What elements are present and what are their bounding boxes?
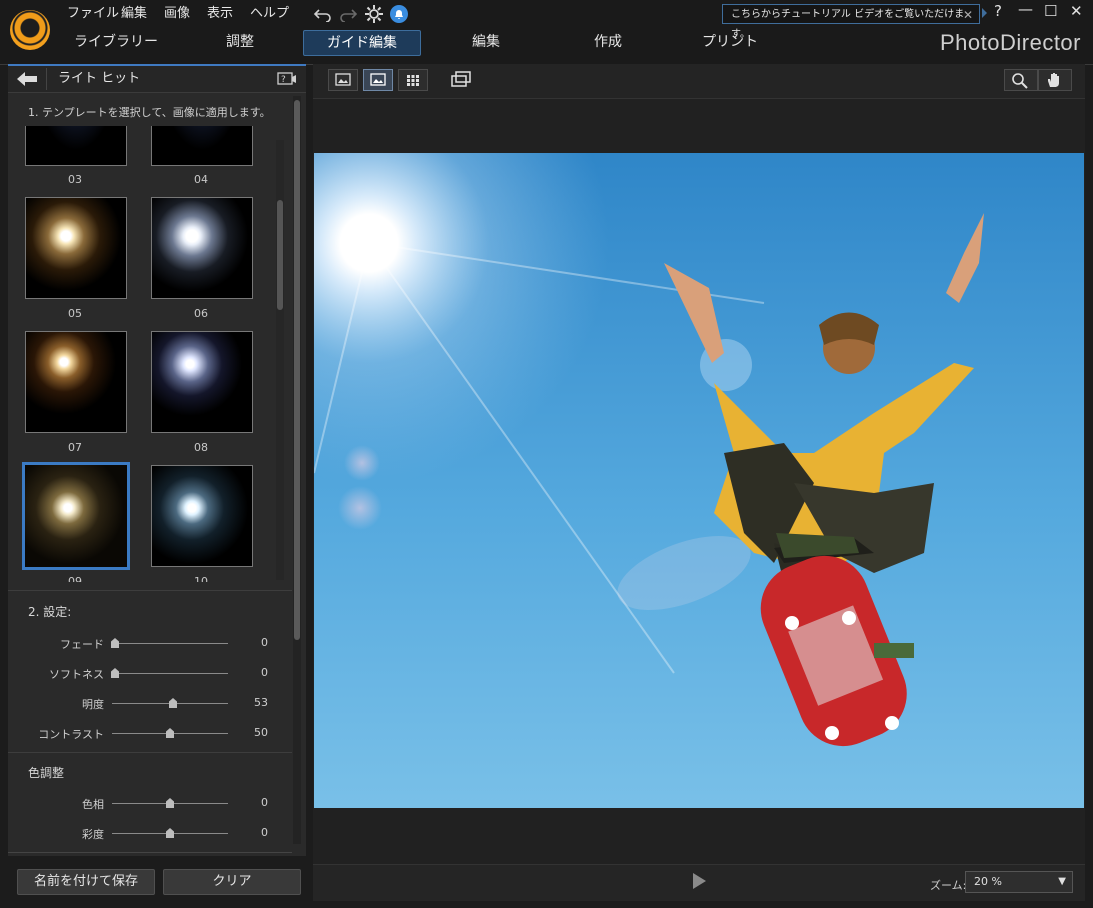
panel-scrollbar-thumb[interactable] [294,100,300,640]
close-icon[interactable]: ✕ [963,5,973,25]
maximize-button[interactable]: ☐ [1044,2,1057,20]
hand-icon [1048,73,1059,87]
undo-icon[interactable] [313,6,333,22]
template-label: 06 [194,307,208,320]
template-06-thumbnail[interactable] [151,197,253,299]
before-view-icon [335,73,351,86]
help-video-icon[interactable]: ? [277,71,297,87]
template-05-thumbnail[interactable] [25,197,127,299]
menu-view[interactable]: 表示 [207,4,233,24]
grid-view-icon [407,75,419,86]
help-button[interactable]: ? [994,2,1002,20]
color-adjust-heading: 色調整 [28,766,65,780]
magnifier-icon [1012,73,1028,89]
slider-track[interactable] [112,673,228,674]
clear-button[interactable]: クリア [163,869,301,895]
slider-label: ソフトネス [49,668,104,681]
chevron-down-icon: ▼ [1058,876,1066,887]
photo-canvas[interactable] [314,153,1084,808]
app-logo-icon [10,10,50,50]
template-label: 04 [194,173,208,186]
banner-pointer [982,8,987,18]
slider-value: 50 [254,726,268,739]
divider [8,752,292,753]
template-label: 09 [68,575,82,582]
slider-label: フェード [60,638,104,651]
zoom-value: 20 % [974,875,1002,888]
zoom-dropdown[interactable]: 20 % ▼ [965,871,1073,893]
step2-heading: 2. 設定: [28,605,72,619]
template-label: 07 [68,441,82,454]
gear-icon[interactable] [365,5,383,23]
pan-tool-button[interactable] [1038,69,1072,91]
slider-value: 53 [254,696,268,709]
tab-print[interactable]: プリント [690,30,770,54]
tab-adjust[interactable]: 調整 [200,30,280,54]
edited-photo [314,153,1084,808]
back-arrow-icon[interactable] [16,71,38,87]
template-label: 03 [68,173,82,186]
panel-title: ライト ヒット [58,71,141,86]
view-compare-button[interactable] [398,69,428,91]
panel-header [8,66,306,93]
menu-edit[interactable]: 編集 [121,4,147,24]
slider-label: コントラスト [38,728,104,741]
menu-image[interactable]: 画像 [164,4,190,24]
divider [8,590,292,591]
zoom-tool-button[interactable] [1004,69,1038,91]
tab-edit[interactable]: 編集 [446,30,526,54]
tutorial-banner[interactable]: こちらからチュートリアル ビデオをご覧いただけます。 ✕ [722,4,980,40]
template-label: 10 [194,575,208,582]
tab-library[interactable]: ライブラリー [64,30,168,54]
play-icon[interactable] [693,873,706,889]
slider-value: 0 [261,796,268,809]
slider-value: 0 [261,636,268,649]
view-before-button[interactable] [328,69,358,91]
fit-window-icon[interactable] [449,70,473,90]
slider-label: 彩度 [82,828,104,841]
template-label: 05 [68,307,82,320]
zoom-label: ズーム: [930,879,967,892]
slider-label: 明度 [82,698,104,711]
tab-create[interactable]: 作成 [568,30,648,54]
divider [46,68,47,90]
template-03-thumbnail[interactable] [25,126,127,166]
close-button[interactable]: ✕ [1070,2,1083,20]
template-gallery: 03 04 05 06 07 08 09 10 [8,126,288,582]
template-04-thumbnail[interactable] [151,126,253,166]
viewer-toolbar [313,64,1085,99]
slider-label: 色相 [82,798,104,811]
step1-instruction: 1. テンプレートを選択して、画像に適用します。 [28,106,271,119]
gallery-scrollbar-thumb[interactable] [277,200,283,310]
tab-guided-edit[interactable]: ガイド編集 [303,30,421,56]
minimize-button[interactable]: — [1018,0,1033,18]
template-10-thumbnail[interactable] [151,465,253,567]
brand-name: PhotoDirector [939,30,1081,55]
slider-value: 0 [261,826,268,839]
menu-help[interactable]: ヘルプ [250,4,289,24]
notification-bell-icon[interactable] [390,5,408,23]
menu-file[interactable]: ファイル [67,4,119,24]
single-view-icon [370,73,386,86]
redo-icon[interactable] [338,6,358,22]
slider-track[interactable] [112,643,228,644]
template-09-thumbnail[interactable] [22,462,130,570]
slider-value: 0 [261,666,268,679]
template-label: 08 [194,441,208,454]
save-as-button[interactable]: 名前を付けて保存 [17,869,155,895]
divider [8,852,292,853]
template-08-thumbnail[interactable] [151,331,253,433]
svg-text:?: ? [281,75,286,85]
template-07-thumbnail[interactable] [25,331,127,433]
view-after-button[interactable] [363,69,393,91]
